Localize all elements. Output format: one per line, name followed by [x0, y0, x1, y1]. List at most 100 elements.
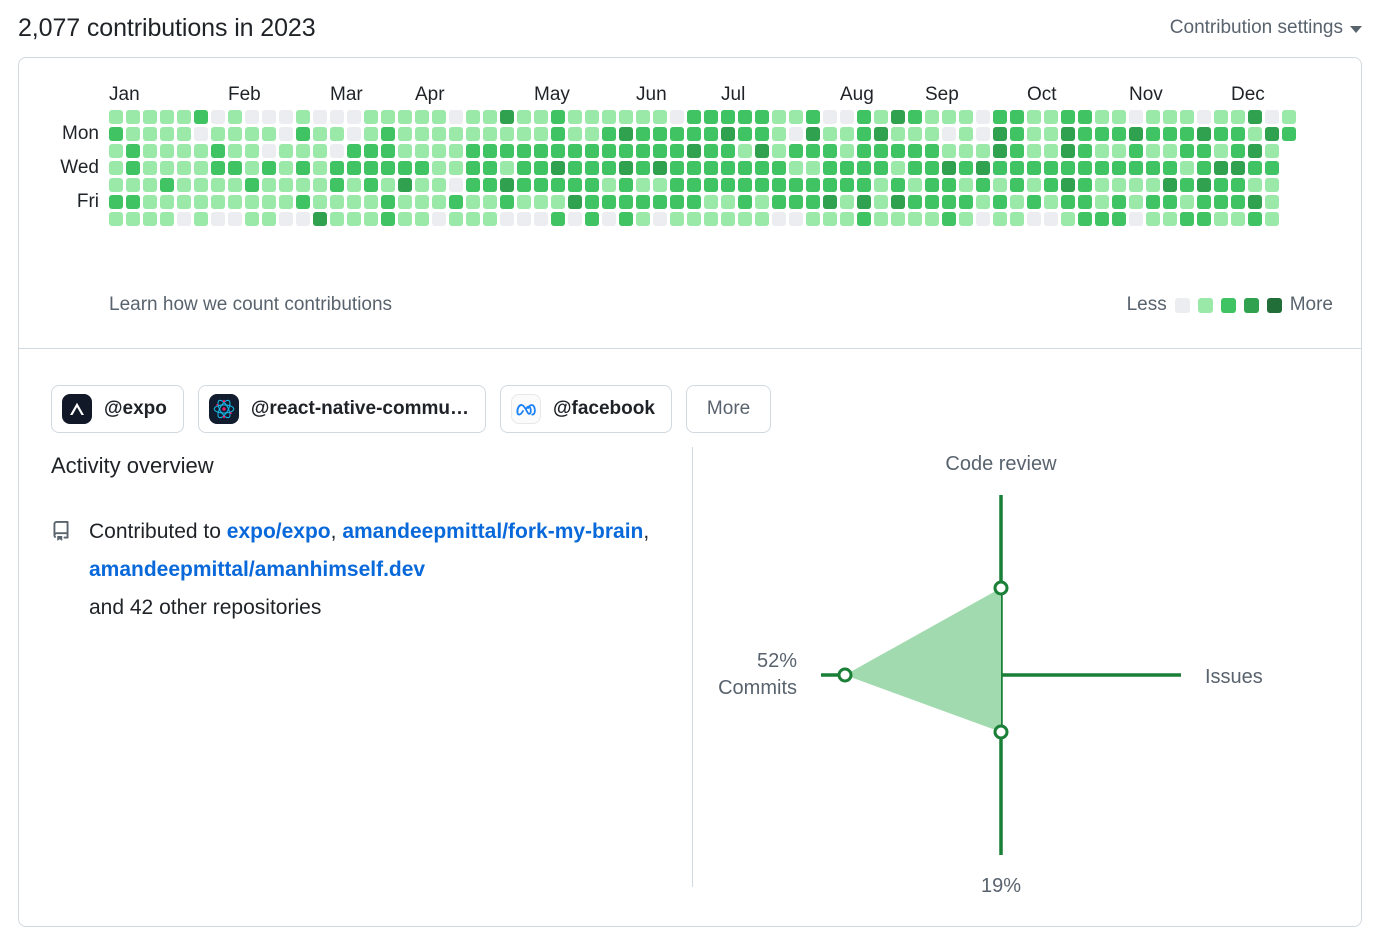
contribution-day-cell[interactable]	[1265, 161, 1279, 175]
contribution-day-cell[interactable]	[976, 161, 990, 175]
contribution-day-cell[interactable]	[1044, 178, 1058, 192]
contribution-day-cell[interactable]	[313, 110, 327, 124]
contribution-day-cell[interactable]	[687, 127, 701, 141]
contribution-day-cell[interactable]	[1146, 110, 1160, 124]
contribution-day-cell[interactable]	[687, 212, 701, 226]
contribution-day-cell[interactable]	[568, 161, 582, 175]
contribution-day-cell[interactable]	[670, 144, 684, 158]
contribution-day-cell[interactable]	[228, 178, 242, 192]
contribution-day-cell[interactable]	[1248, 144, 1262, 158]
contribution-day-cell[interactable]	[194, 178, 208, 192]
contribution-day-cell[interactable]	[364, 195, 378, 209]
contribution-day-cell[interactable]	[126, 212, 140, 226]
contribution-day-cell[interactable]	[874, 212, 888, 226]
contribution-day-cell[interactable]	[313, 212, 327, 226]
contribution-day-cell[interactable]	[653, 161, 667, 175]
contribution-day-cell[interactable]	[1248, 161, 1262, 175]
contribution-day-cell[interactable]	[806, 195, 820, 209]
contribution-day-cell[interactable]	[908, 127, 922, 141]
contribution-day-cell[interactable]	[636, 178, 650, 192]
contribution-day-cell[interactable]	[313, 127, 327, 141]
contribution-day-cell[interactable]	[823, 127, 837, 141]
contribution-day-cell[interactable]	[1095, 161, 1109, 175]
contribution-day-cell[interactable]	[806, 127, 820, 141]
contribution-day-cell[interactable]	[942, 212, 956, 226]
contribution-day-cell[interactable]	[1061, 127, 1075, 141]
contribution-day-cell[interactable]	[381, 195, 395, 209]
contribution-day-cell[interactable]	[449, 195, 463, 209]
contribution-day-cell[interactable]	[789, 161, 803, 175]
contribution-day-cell[interactable]	[959, 144, 973, 158]
contribution-day-cell[interactable]	[602, 178, 616, 192]
contribution-day-cell[interactable]	[483, 212, 497, 226]
contribution-day-cell[interactable]	[262, 212, 276, 226]
contribution-day-cell[interactable]	[364, 178, 378, 192]
contribution-day-cell[interactable]	[347, 212, 361, 226]
repo-link[interactable]: amandeepmittal/fork-my-brain	[342, 520, 643, 543]
contribution-day-cell[interactable]	[704, 178, 718, 192]
contribution-day-cell[interactable]	[653, 195, 667, 209]
contribution-day-cell[interactable]	[874, 144, 888, 158]
contribution-day-cell[interactable]	[670, 110, 684, 124]
contribution-day-cell[interactable]	[857, 110, 871, 124]
contribution-day-cell[interactable]	[840, 212, 854, 226]
contribution-day-cell[interactable]	[925, 212, 939, 226]
contribution-day-cell[interactable]	[500, 212, 514, 226]
contribution-day-cell[interactable]	[585, 110, 599, 124]
contribution-day-cell[interactable]	[1146, 178, 1160, 192]
contribution-day-cell[interactable]	[823, 110, 837, 124]
contribution-day-cell[interactable]	[279, 195, 293, 209]
contribution-day-cell[interactable]	[1061, 178, 1075, 192]
contribution-day-cell[interactable]	[160, 212, 174, 226]
contribution-day-cell[interactable]	[993, 195, 1007, 209]
contribution-day-cell[interactable]	[1010, 212, 1024, 226]
contribution-day-cell[interactable]	[1078, 144, 1092, 158]
contribution-day-cell[interactable]	[891, 178, 905, 192]
contribution-day-cell[interactable]	[1095, 178, 1109, 192]
contribution-day-cell[interactable]	[1112, 161, 1126, 175]
contribution-day-cell[interactable]	[1146, 144, 1160, 158]
contribution-day-cell[interactable]	[1129, 178, 1143, 192]
contribution-day-cell[interactable]	[211, 127, 225, 141]
contribution-day-cell[interactable]	[330, 110, 344, 124]
contribution-day-cell[interactable]	[755, 178, 769, 192]
contribution-day-cell[interactable]	[619, 144, 633, 158]
contribution-day-cell[interactable]	[738, 127, 752, 141]
contribution-day-cell[interactable]	[755, 127, 769, 141]
contribution-day-cell[interactable]	[1265, 127, 1279, 141]
contribution-day-cell[interactable]	[126, 178, 140, 192]
contribution-day-cell[interactable]	[364, 110, 378, 124]
contribution-day-cell[interactable]	[1027, 212, 1041, 226]
contribution-day-cell[interactable]	[755, 110, 769, 124]
contribution-day-cell[interactable]	[330, 212, 344, 226]
contribution-day-cell[interactable]	[602, 195, 616, 209]
radar-data-point[interactable]	[839, 669, 851, 681]
contribution-day-cell[interactable]	[1180, 110, 1194, 124]
contribution-day-cell[interactable]	[1044, 195, 1058, 209]
contribution-day-cell[interactable]	[262, 110, 276, 124]
contribution-day-cell[interactable]	[466, 144, 480, 158]
contribution-day-cell[interactable]	[1044, 161, 1058, 175]
contribution-day-cell[interactable]	[177, 144, 191, 158]
contribution-day-cell[interactable]	[211, 110, 225, 124]
contribution-day-cell[interactable]	[1027, 178, 1041, 192]
contribution-day-cell[interactable]	[1112, 195, 1126, 209]
contribution-day-cell[interactable]	[619, 212, 633, 226]
contribution-day-cell[interactable]	[823, 144, 837, 158]
contribution-day-cell[interactable]	[398, 195, 412, 209]
contribution-day-cell[interactable]	[313, 144, 327, 158]
contribution-day-cell[interactable]	[891, 144, 905, 158]
contribution-day-cell[interactable]	[211, 161, 225, 175]
contribution-day-cell[interactable]	[500, 161, 514, 175]
contribution-day-cell[interactable]	[636, 195, 650, 209]
contribution-day-cell[interactable]	[1163, 178, 1177, 192]
contribution-day-cell[interactable]	[585, 195, 599, 209]
contribution-day-cell[interactable]	[1265, 144, 1279, 158]
contribution-day-cell[interactable]	[517, 110, 531, 124]
contribution-day-cell[interactable]	[551, 195, 565, 209]
contribution-day-cell[interactable]	[704, 195, 718, 209]
contribution-day-cell[interactable]	[806, 178, 820, 192]
contribution-day-cell[interactable]	[789, 212, 803, 226]
contribution-day-cell[interactable]	[483, 195, 497, 209]
contribution-day-cell[interactable]	[381, 161, 395, 175]
